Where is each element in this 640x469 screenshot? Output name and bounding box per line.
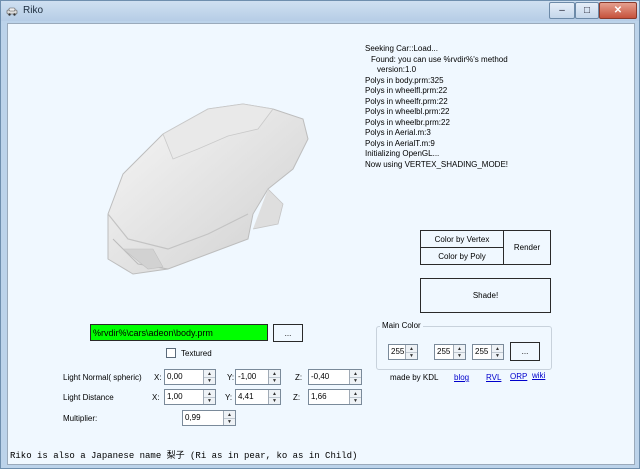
light-normal-z-label: Z: — [295, 373, 303, 382]
shade-button[interactable]: Shade! — [420, 278, 551, 313]
light-distance-y-stepper[interactable]: 4,41 ▲ ▼ — [235, 389, 281, 405]
stepper-down-icon[interactable]: ▼ — [204, 377, 215, 384]
blue-value: 255 — [475, 347, 489, 356]
stepper-arrows[interactable]: ▲ ▼ — [349, 390, 361, 404]
stepper-down-icon[interactable]: ▼ — [492, 352, 503, 359]
car-model-viewport[interactable] — [68, 64, 318, 314]
textured-checkbox[interactable] — [166, 348, 176, 358]
app-window: Riko – □ ✕ Seeking Car::Load... Found: y… — [0, 0, 640, 469]
close-button[interactable]: ✕ — [599, 2, 637, 19]
log-line: Found: you can use %rvdir%'s method — [371, 54, 508, 64]
main-color-green-stepper[interactable]: 255 ▲ ▼ — [434, 344, 466, 360]
orp-link[interactable]: ORP — [510, 372, 527, 381]
log-line: Polys in wheelbl.prm:22 — [365, 107, 450, 116]
light-normal-y-label: Y: — [227, 373, 235, 382]
color-by-vertex-button[interactable]: Color by Vertex — [420, 230, 504, 248]
log-line: version:1.0 — [377, 65, 417, 74]
status-text: Riko is also a Japanese name 梨子 (Ri as i… — [10, 451, 358, 461]
light-normal-z-stepper[interactable]: -0,40 ▲ ▼ — [308, 369, 362, 385]
title-bar[interactable]: Riko – □ ✕ — [1, 1, 639, 21]
made-by-label: made by KDL — [390, 373, 439, 382]
light-distance-y-value: 4,41 — [238, 392, 254, 401]
light-normal-y-stepper[interactable]: -1,00 ▲ ▼ — [235, 369, 281, 385]
log-line: Polys in body.prm:325 — [365, 75, 444, 85]
stepper-down-icon[interactable]: ▼ — [269, 377, 280, 384]
blog-link[interactable]: blog — [454, 373, 469, 382]
log-line: Polys in Aerial.m:3 — [365, 128, 431, 137]
log-line: Polys in wheelfl.prm:22 — [365, 86, 448, 95]
light-distance-x-stepper[interactable]: 1,00 ▲ ▼ — [164, 389, 216, 405]
stepper-arrows[interactable]: ▲ ▼ — [349, 370, 361, 384]
stepper-arrows[interactable]: ▲ ▼ — [203, 390, 215, 404]
light-distance-x-value: 1,00 — [167, 392, 183, 401]
multiplier-stepper[interactable]: 0,99 ▲ ▼ — [182, 410, 236, 426]
light-normal-label: Light Normal( spheric) — [63, 373, 142, 382]
stepper-arrows[interactable]: ▲ ▼ — [405, 345, 417, 359]
light-distance-z-value: 1,66 — [311, 392, 327, 401]
stepper-down-icon[interactable]: ▼ — [224, 418, 235, 425]
red-value: 255 — [391, 347, 405, 356]
light-normal-x-label: X: — [154, 373, 162, 382]
maximize-button[interactable]: □ — [575, 2, 599, 19]
light-distance-z-label: Z: — [293, 393, 301, 402]
stepper-down-icon[interactable]: ▼ — [269, 397, 280, 404]
stepper-arrows[interactable]: ▲ ▼ — [268, 390, 280, 404]
log-line: Polys in AerialT.m:9 — [365, 138, 435, 148]
stepper-arrows[interactable]: ▲ ▼ — [491, 345, 503, 359]
light-normal-x-stepper[interactable]: 0,00 ▲ ▼ — [164, 369, 216, 385]
render-button[interactable]: Render — [503, 230, 551, 265]
browse-button[interactable]: ... — [273, 324, 303, 342]
car-app-icon — [6, 7, 18, 16]
log-line: Polys in wheelfr.prm:22 — [365, 96, 448, 106]
close-icon: ✕ — [613, 5, 623, 16]
rvl-link[interactable]: RVL — [486, 373, 501, 382]
main-color-blue-stepper[interactable]: 255 ▲ ▼ — [472, 344, 504, 360]
log-line: Now using VERTEX_SHADING_MODE! — [365, 159, 509, 169]
stepper-down-icon[interactable]: ▼ — [204, 397, 215, 404]
main-color-red-stepper[interactable]: 255 ▲ ▼ — [388, 344, 418, 360]
output-log: Seeking Car::Load... Found: you can use … — [365, 44, 565, 170]
color-picker-button[interactable]: ... — [510, 342, 540, 361]
multiplier-value: 0,99 — [185, 413, 201, 422]
client-area: Seeking Car::Load... Found: you can use … — [7, 23, 635, 465]
stepper-arrows[interactable]: ▲ ▼ — [453, 345, 465, 359]
main-color-label: Main Color — [380, 321, 423, 330]
stepper-down-icon[interactable]: ▼ — [406, 352, 417, 359]
log-line: Initializing OpenGL... — [365, 149, 440, 158]
window-title: Riko — [23, 5, 44, 16]
log-line: Polys in wheelbr.prm:22 — [365, 117, 450, 127]
multiplier-label: Multiplier: — [63, 414, 98, 423]
log-line: Seeking Car::Load... — [365, 44, 438, 53]
light-normal-y-value: -1,00 — [238, 372, 257, 381]
maximize-icon: □ — [583, 5, 591, 16]
minimize-icon: – — [559, 5, 565, 16]
stepper-arrows[interactable]: ▲ ▼ — [268, 370, 280, 384]
green-value: 255 — [437, 347, 451, 356]
stepper-down-icon[interactable]: ▼ — [350, 377, 361, 384]
minimize-button[interactable]: – — [549, 2, 575, 19]
light-distance-label: Light Distance — [63, 393, 114, 402]
light-distance-y-label: Y: — [225, 393, 233, 402]
light-normal-z-value: -0,40 — [311, 372, 330, 381]
stepper-down-icon[interactable]: ▼ — [454, 352, 465, 359]
light-normal-x-value: 0,00 — [167, 372, 183, 381]
color-by-poly-button[interactable]: Color by Poly — [420, 247, 504, 265]
light-distance-z-stepper[interactable]: 1,66 ▲ ▼ — [308, 389, 362, 405]
stepper-arrows[interactable]: ▲ ▼ — [223, 411, 235, 425]
textured-label: Textured — [181, 349, 212, 358]
wiki-link[interactable]: wiki — [532, 371, 545, 380]
light-distance-x-label: X: — [152, 393, 160, 402]
stepper-down-icon[interactable]: ▼ — [350, 397, 361, 404]
model-path-field[interactable]: %rvdir%\cars\adeon\body.prm — [90, 324, 268, 341]
stepper-arrows[interactable]: ▲ ▼ — [203, 370, 215, 384]
